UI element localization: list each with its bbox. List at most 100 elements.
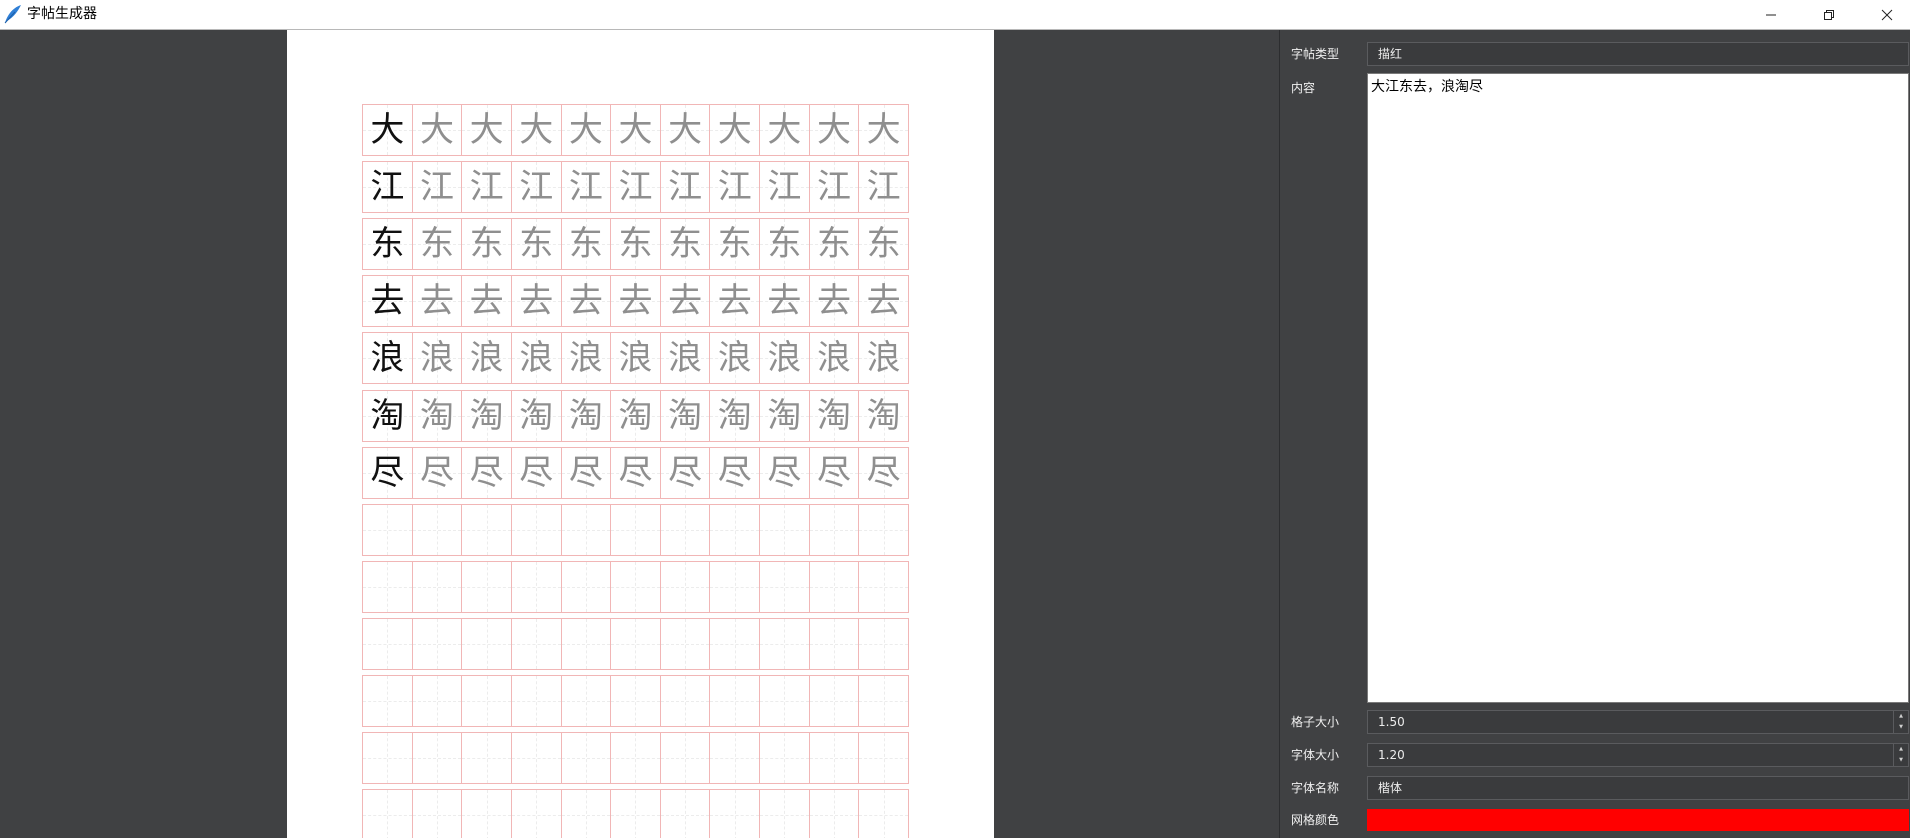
spin-down-icon[interactable]: ▼ [1894,755,1908,766]
content-textarea[interactable]: 大江东去，浪淘尽 [1367,73,1909,703]
spin-up-icon[interactable]: ▲ [1894,711,1908,722]
trace-char-cell [560,503,612,556]
cell-size-label: 格子大小 [1291,715,1340,729]
trace-char-cell [362,675,413,727]
cell-size-spinbox[interactable]: 1.50 ▲ ▼ [1367,710,1909,734]
trace-char-cell: 东 [709,218,760,271]
trace-char-cell [808,617,860,670]
trace-char-cell: 尽 [510,446,562,499]
trace-char-cell: 去 [510,275,562,328]
font-size-label: 字体大小 [1291,748,1340,762]
trace-char-cell [362,560,413,613]
practice-char: 去 [717,281,752,322]
trace-char-cell: 江 [858,161,909,214]
practice-char: 浪 [668,338,703,379]
grid-color-swatch[interactable] [1367,809,1909,831]
trace-char-cell: 去 [759,275,810,328]
trace-char-cell [610,789,661,838]
trace-char-cell: 淘 [510,389,562,442]
practice-char: 大 [767,110,802,150]
font-size-spinbox[interactable]: 1.20 ▲ ▼ [1367,743,1909,767]
trace-char-cell: 浪 [709,332,760,385]
trace-char-cell: 淘 [709,389,760,442]
practice-char: 江 [370,167,405,208]
trace-char-cell: 大 [808,104,860,156]
trace-char-cell: 东 [759,218,810,271]
font-size-spin-buttons[interactable]: ▲ ▼ [1893,744,1908,766]
trace-char-cell [709,560,760,613]
practice-char: 尽 [370,452,405,493]
practice-row: 大大大大大大大大大大大 [362,104,919,156]
trace-char-cell: 淘 [560,389,612,442]
spin-down-icon[interactable]: ▼ [1894,722,1908,733]
trace-char-cell [560,675,612,727]
practice-char: 东 [866,224,901,265]
trace-char-cell [560,617,612,670]
practice-char: 尽 [767,452,802,493]
trace-char-cell [610,732,661,785]
trace-char-cell: 东 [411,218,463,271]
restore-icon [1824,9,1834,20]
trace-char-cell: 尽 [659,446,711,499]
practice-char: 浪 [717,338,752,379]
practice-sheet: 大大大大大大大大大大大江江江江江江江江江江江东东东东东东东东东东东去去去去去去去… [287,30,994,838]
trace-char-cell [858,675,909,727]
practice-char: 江 [866,167,901,208]
trace-char-cell [659,675,711,727]
trace-char-cell: 浪 [659,332,711,385]
trace-char-cell: 尽 [709,446,760,499]
trace-char-cell: 去 [411,275,463,328]
trace-char-cell [659,503,711,556]
minimize-button[interactable] [1742,0,1800,29]
practice-char: 江 [668,167,703,208]
model-char-cell: 东 [362,218,413,271]
practice-char: 去 [866,281,901,322]
trace-char-cell: 江 [411,161,463,214]
trace-char-cell [659,789,711,838]
trace-char-cell [709,503,760,556]
trace-char-cell: 去 [610,275,661,328]
practice-char: 尽 [816,452,851,493]
practice-row: 江江江江江江江江江江江 [362,161,919,214]
trace-char-cell [411,789,463,838]
trace-char-cell: 尽 [610,446,661,499]
trace-char-cell: 东 [560,218,612,271]
cell-size-spin-buttons[interactable]: ▲ ▼ [1893,711,1908,733]
trace-char-cell [858,503,909,556]
practice-char: 淘 [469,395,504,436]
practice-char: 大 [469,110,504,150]
trace-char-cell: 浪 [610,332,661,385]
model-char-cell: 浪 [362,332,413,385]
trace-char-cell: 大 [510,104,562,156]
trace-char-cell [759,617,810,670]
restore-button[interactable] [1800,0,1858,29]
spin-up-icon[interactable]: ▲ [1894,744,1908,755]
grid-color-label: 网格颜色 [1291,813,1340,827]
type-select[interactable]: 描红 [1367,42,1909,66]
practice-char: 浪 [419,338,454,379]
trace-char-cell: 浪 [808,332,860,385]
trace-char-cell: 东 [510,218,562,271]
trace-char-cell [709,732,760,785]
trace-char-cell: 淘 [858,389,909,442]
trace-char-cell [560,732,612,785]
empty-practice-row [362,617,919,670]
trace-char-cell [858,732,909,785]
trace-char-cell: 大 [560,104,612,156]
trace-char-cell: 淘 [610,389,661,442]
practice-char: 大 [866,110,901,150]
practice-char: 江 [519,167,554,208]
practice-char: 江 [767,167,802,208]
practice-char: 江 [717,167,752,208]
preview-area[interactable]: 大大大大大大大大大大大江江江江江江江江江江江东东东东东东东东东东东去去去去去去去… [0,30,1279,838]
trace-char-cell [659,560,711,613]
model-char-cell: 去 [362,275,413,328]
practice-char: 大 [568,110,603,150]
trace-char-cell [411,675,463,727]
close-button[interactable] [1858,0,1910,29]
practice-row: 东东东东东东东东东东东 [362,218,919,271]
font-name-field[interactable]: 楷体 [1367,776,1909,800]
trace-char-cell: 浪 [759,332,810,385]
trace-char-cell: 大 [610,104,661,156]
practice-row: 浪浪浪浪浪浪浪浪浪浪浪 [362,332,919,385]
